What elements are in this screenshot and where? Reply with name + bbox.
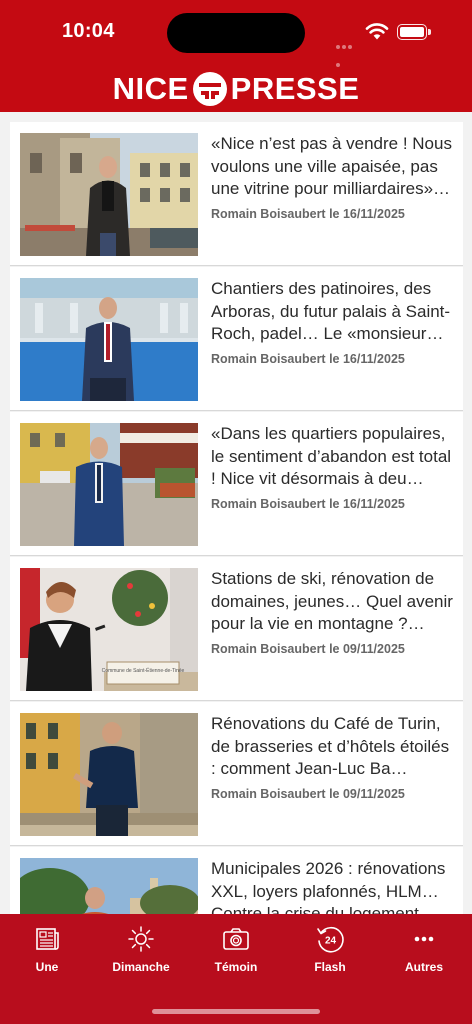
brand-left-text: NICE	[112, 71, 189, 106]
article-card[interactable]: Rénovations du Café de Turin, de brasser…	[10, 702, 463, 846]
brand-logo: NICE PRESSE	[0, 70, 472, 108]
article-title: Municipales 2026 : rénovations XXL, loye…	[211, 859, 446, 914]
svg-text:24: 24	[325, 936, 337, 947]
article-card[interactable]: Chantiers des patinoires, des Arboras, d…	[10, 267, 463, 411]
status-bar: 10:04	[0, 0, 472, 67]
brand-right-text: PRESSE	[230, 71, 360, 106]
tab-label: Témoin	[214, 960, 258, 974]
article-byline: Romain Boisaubert le 16/11/2025	[211, 352, 405, 366]
bottom-tab-bar: Une Dimanche Témoin 24 Flash Autres	[0, 914, 472, 1024]
nice-presse-logo-icon	[192, 72, 227, 106]
cellular-signal-icon	[336, 36, 358, 67]
article-title: Chantiers des patinoires, des Arboras, d…	[211, 279, 451, 343]
wifi-icon	[365, 23, 389, 40]
camera-icon	[223, 928, 249, 950]
24h-icon: 24	[317, 926, 344, 953]
tab-une[interactable]: Une	[9, 924, 85, 984]
dynamic-island	[167, 13, 305, 53]
battery-icon	[397, 24, 431, 40]
tab-label: Autres	[404, 960, 443, 974]
article-card[interactable]: «Nice n’est pas à vendre ! Nous voulons …	[10, 122, 463, 266]
sun-icon	[128, 926, 154, 952]
article-title: Stations de ski, rénovation de domaines,…	[211, 569, 453, 633]
article-feed[interactable]: «Nice n’est pas à vendre ! Nous voulons …	[10, 122, 463, 914]
tab-dimanche[interactable]: Dimanche	[103, 924, 179, 984]
tab-autres[interactable]: Autres	[386, 924, 462, 984]
home-indicator[interactable]	[152, 1009, 320, 1014]
article-thumbnail	[20, 278, 198, 401]
article-thumbnail	[20, 423, 198, 546]
article-byline: Romain Boisaubert le 09/11/2025	[211, 642, 405, 656]
article-card[interactable]: Municipales 2026 : rénovations XXL, loye…	[10, 847, 463, 914]
tab-label: Une	[35, 960, 59, 974]
article-thumbnail: Commune de Saint-Étienne-de-Tinée	[20, 568, 198, 691]
tab-flash[interactable]: 24 Flash	[292, 924, 368, 984]
article-thumbnail	[20, 713, 198, 836]
article-byline: Romain Boisaubert le 16/11/2025	[211, 497, 405, 511]
app-header: 10:04 NICE PRESSE	[0, 0, 472, 112]
article-title: Rénovations du Café de Turin, de brasser…	[211, 714, 450, 778]
newspaper-icon	[36, 928, 59, 950]
article-card[interactable]: «Dans les quartiers populaires, le senti…	[10, 412, 463, 556]
tab-temoin[interactable]: Témoin	[198, 924, 274, 984]
article-byline: Romain Boisaubert le 09/11/2025	[211, 787, 405, 801]
more-icon	[414, 936, 434, 942]
article-title: «Nice n’est pas à vendre ! Nous voulons …	[211, 134, 452, 198]
article-thumbnail	[20, 858, 198, 914]
status-time: 10:04	[62, 20, 115, 42]
podium-label: Commune de Saint-Étienne-de-Tinée	[102, 667, 185, 674]
article-card[interactable]: Commune de Saint-Étienne-de-Tinée Statio…	[10, 557, 463, 701]
article-byline: Romain Boisaubert le 16/11/2025	[211, 207, 405, 221]
article-title: «Dans les quartiers populaires, le senti…	[211, 424, 452, 488]
tab-label: Dimanche	[112, 960, 170, 974]
article-thumbnail	[20, 133, 198, 256]
tab-label: Flash	[314, 960, 346, 974]
